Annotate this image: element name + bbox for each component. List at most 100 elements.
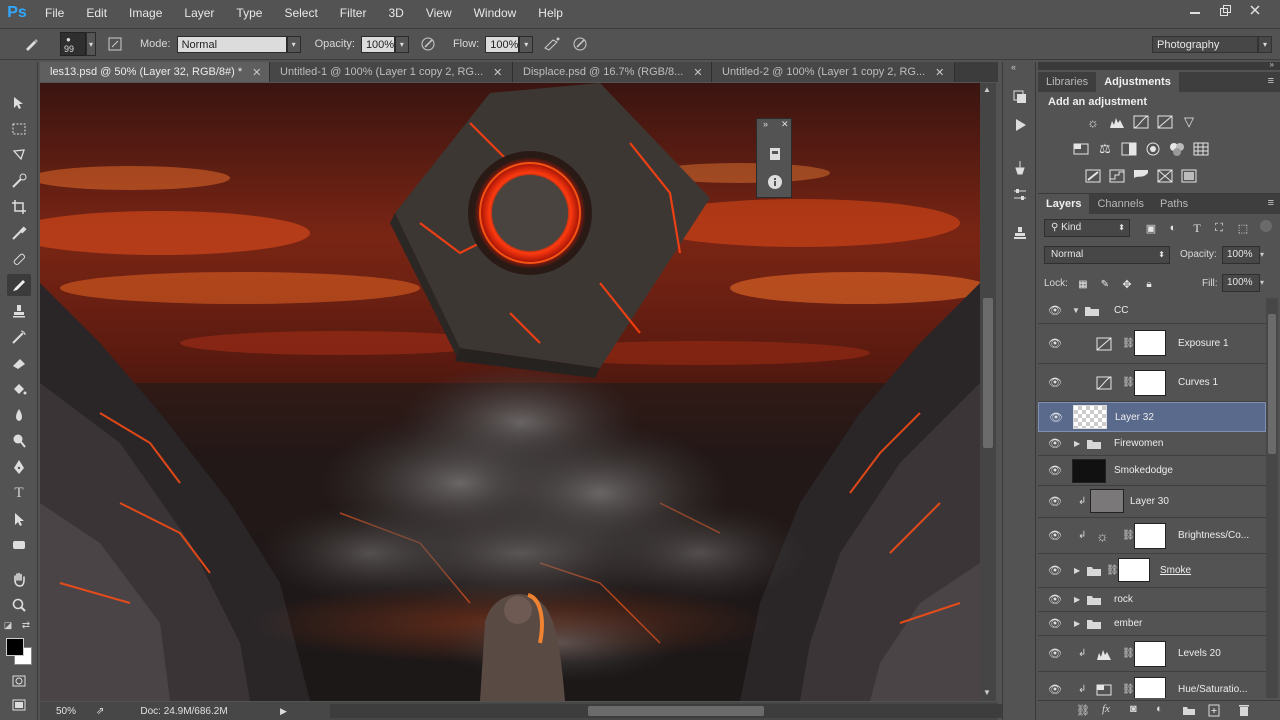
invert-adjust-icon[interactable] [1084,168,1102,184]
layer-row-cc[interactable]: 👁︎ ▼ CC [1038,298,1266,324]
menu-window[interactable]: Window [463,0,528,26]
default-colors-icon[interactable]: ◪ [2,619,14,631]
layer-opacity-arrow[interactable]: ▾ [1260,246,1272,264]
curves-adjust-icon[interactable] [1132,114,1150,130]
close-tab-icon[interactable]: ✕ [493,66,502,79]
pressure-opacity-icon[interactable] [417,33,439,55]
layer-mask-thumbnail[interactable] [1134,330,1166,356]
menu-view[interactable]: View [415,0,463,26]
close-tab-icon[interactable]: ✕ [935,66,944,79]
document-canvas[interactable] [40,83,980,701]
tab-untitled-1[interactable]: Untitled-1 @ 100% (Layer 1 copy 2, RG...… [270,62,513,82]
filter-toggle[interactable] [1260,220,1272,232]
close-tab-icon[interactable]: ✕ [693,66,702,79]
vertical-scrollbar[interactable]: ▲ ▼ [980,83,996,701]
tab-libraries[interactable]: Libraries [1038,72,1096,92]
zoom-tool-icon[interactable] [7,594,31,616]
menu-layer[interactable]: Layer [173,0,225,26]
minimize-button[interactable] [1180,0,1210,20]
paint-bucket-tool-icon[interactable] [7,378,31,400]
menu-filter[interactable]: Filter [329,0,378,26]
quick-mask-icon[interactable] [7,670,31,692]
tab-displace[interactable]: Displace.psd @ 16.7% (RGB/8... ✕ [513,62,712,82]
layer-thumbnail[interactable] [1072,459,1106,483]
flow-arrow[interactable]: ▾ [519,35,534,53]
group-expand-icon[interactable]: ▼ [1072,306,1080,315]
menu-3d[interactable]: 3D [377,0,414,26]
menu-help[interactable]: Help [527,0,574,26]
blend-mode-select[interactable]: Normal ⬍ [1044,246,1170,264]
group-expand-icon[interactable]: ▶ [1074,566,1080,575]
airbrush-icon[interactable] [541,33,563,55]
history-panel-icon[interactable] [1009,86,1031,108]
restore-button[interactable] [1210,0,1240,20]
tab-les13[interactable]: les13.psd @ 50% (Layer 32, RGB/8#) * ✕ [40,62,270,82]
menu-select[interactable]: Select [273,0,328,26]
quick-select-tool-icon[interactable] [7,170,31,192]
selective-color-adjust-icon[interactable] [1156,168,1174,184]
scroll-down-icon[interactable]: ▼ [983,688,991,697]
type-tool-icon[interactable]: T [7,482,31,504]
layer-mask-thumbnail[interactable] [1134,370,1166,396]
brightness-adjust-icon[interactable]: ☼ [1084,114,1102,130]
gradient-map-adjust-icon[interactable] [1180,168,1198,184]
fx-icon[interactable]: fx [1102,703,1110,715]
group-expand-icon[interactable]: ▶ [1074,439,1080,448]
filter-smart-object-icon[interactable]: ⬚ [1234,220,1252,236]
collapse-panels-icon[interactable]: » [1270,60,1274,69]
screen-mode-icon[interactable] [7,694,31,716]
close-icon[interactable]: ✕ [781,119,789,130]
shape-tool-icon[interactable] [7,534,31,556]
lock-image-icon[interactable]: ✎ [1096,276,1114,292]
color-balance-adjust-icon[interactable]: ⚖ [1096,141,1114,157]
layer-mask-thumbnail[interactable] [1134,523,1166,549]
visibility-eye-icon[interactable]: 👁︎ [1048,647,1062,660]
expand-dock-icon[interactable]: « [1011,62,1016,72]
close-window-button[interactable] [1240,0,1270,20]
group-expand-icon[interactable]: ▶ [1074,619,1080,628]
lock-transparent-icon[interactable]: ▦ [1074,276,1092,292]
layer-mask-thumbnail[interactable] [1134,641,1166,667]
visibility-eye-icon[interactable]: 👁︎ [1049,411,1063,424]
menu-type[interactable]: Type [225,0,273,26]
tab-paths[interactable]: Paths [1152,194,1196,214]
tab-adjustments[interactable]: Adjustments [1096,72,1179,92]
crop-tool-icon[interactable] [7,196,31,218]
tab-layers[interactable]: Layers [1038,194,1090,214]
export-icon[interactable]: ⇗ [96,706,104,717]
layer-row-exposure[interactable]: 👁︎ ⛓ Exposure 1 [1038,324,1266,364]
layer-fill-input[interactable]: 100% [1222,274,1260,292]
visibility-eye-icon[interactable]: 👁︎ [1048,437,1062,450]
filter-adjustment-icon[interactable]: ◐ [1164,220,1182,236]
dodge-tool-icon[interactable] [7,430,31,452]
eyedropper-tool-icon[interactable] [7,222,31,244]
layer-thumbnail[interactable] [1090,489,1124,513]
visibility-eye-icon[interactable]: 👁︎ [1048,683,1062,696]
opacity-input[interactable]: 100% [360,35,395,53]
visibility-eye-icon[interactable]: 👁︎ [1048,304,1062,317]
add-mask-icon[interactable]: ◙ [1130,703,1137,715]
threshold-adjust-icon[interactable] [1132,168,1150,184]
filter-shape-icon[interactable]: ⛶ [1210,220,1228,236]
layer-row-hue-saturation[interactable]: 👁︎ ↲ ⛓ Hue/Saturatio... [1038,672,1266,698]
visibility-eye-icon[interactable]: 👁︎ [1048,495,1062,508]
menu-edit[interactable]: Edit [75,0,118,26]
layer-fill-arrow[interactable]: ▾ [1260,274,1272,292]
new-layer-icon[interactable] [1208,704,1220,717]
info-icon[interactable] [765,173,785,191]
swap-colors-icon[interactable]: ⇄ [20,619,32,631]
actions-play-icon[interactable] [1009,114,1031,136]
visibility-eye-icon[interactable]: 👁︎ [1048,337,1062,350]
visibility-eye-icon[interactable]: 👁︎ [1048,617,1062,630]
menu-file[interactable]: File [34,0,75,26]
brush-tool-button-icon[interactable] [7,274,31,296]
layer-row-rock[interactable]: 👁︎ ▶ rock [1038,588,1266,612]
visibility-eye-icon[interactable]: 👁︎ [1048,593,1062,606]
layer-row-layer32[interactable]: 👁︎ Layer 32 [1038,402,1266,432]
opacity-arrow[interactable]: ▾ [394,35,409,53]
menu-image[interactable]: Image [118,0,173,26]
filter-pixel-icon[interactable]: ▣ [1142,220,1160,236]
visibility-eye-icon[interactable]: 👁︎ [1048,464,1062,477]
vibrance-adjust-icon[interactable]: ▽ [1180,114,1198,130]
layer-row-brightness[interactable]: 👁︎ ↲ ☼ ⛓ Brightness/Co... [1038,518,1266,554]
